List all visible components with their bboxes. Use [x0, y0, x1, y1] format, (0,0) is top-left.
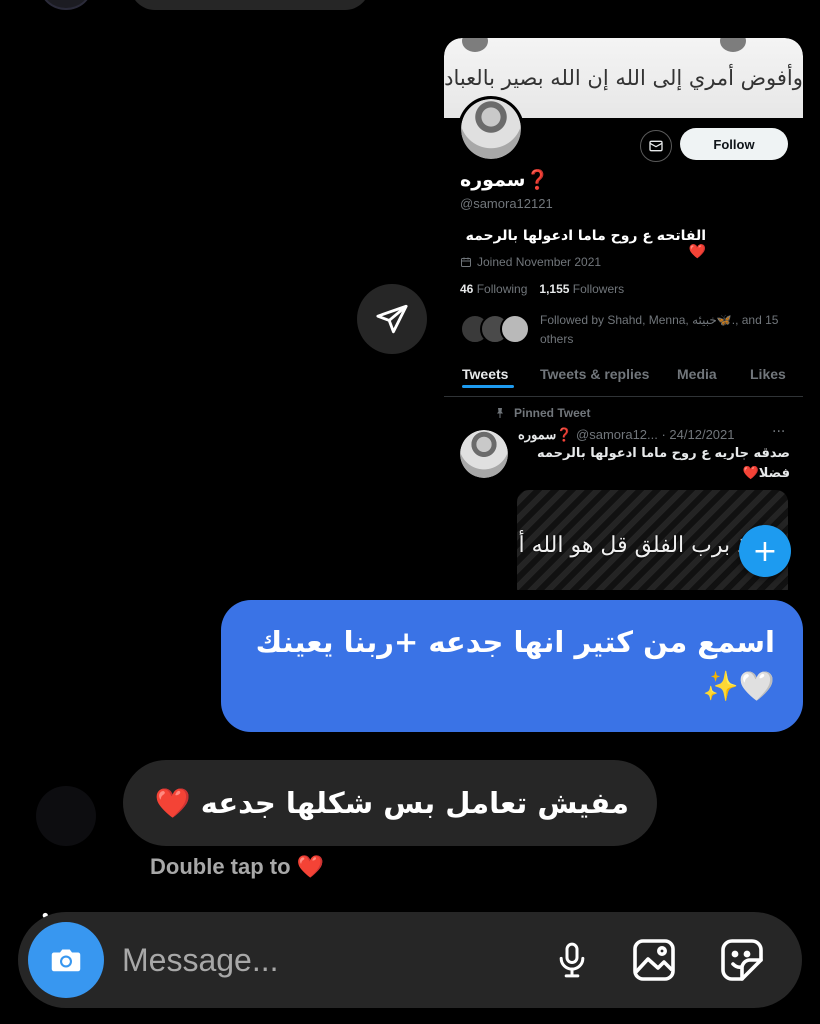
profile-avatar	[458, 96, 524, 162]
banner-back-icon	[462, 38, 488, 52]
followers-count: 1,155	[539, 282, 570, 296]
tweet-more-icon[interactable]: ···	[772, 424, 785, 440]
message-button[interactable]	[640, 130, 672, 162]
profile-joined: Joined November 2021	[460, 255, 601, 269]
followers-stat[interactable]: 1,155 Followers	[539, 282, 624, 296]
camera-icon	[51, 949, 81, 972]
sender-avatar[interactable]	[36, 786, 96, 846]
outgoing-message-bubble[interactable]: اسمع من كتير انها جدعه +ربنا يعينك 🤍✨	[221, 600, 803, 732]
tab-media[interactable]: Media	[677, 366, 717, 382]
profile-handle: @samora12121	[460, 196, 553, 211]
pin-icon	[497, 408, 503, 418]
incoming-message-bubble[interactable]: مفيش تعامل بس شكلها جدعه ❤️	[123, 760, 657, 846]
tab-label: Tweets & replies	[540, 366, 650, 382]
voice-message-button[interactable]	[542, 930, 602, 990]
paper-plane-icon	[376, 304, 408, 334]
tab-label: Media	[677, 366, 717, 382]
image-icon	[633, 939, 675, 981]
followed-by-text: Followed by Shahd, Menna, خبيئه🦋., and 1…	[540, 313, 779, 346]
tabs-divider	[444, 396, 803, 397]
shared-profile-card[interactable]: وأفوض أمري إلى الله إن الله بصير بالعباد…	[444, 38, 803, 590]
tweet-avatar	[460, 430, 508, 478]
tab-label: Tweets	[462, 366, 509, 382]
profile-stats: 46 Following 1,155 Followers	[460, 282, 624, 296]
profile-tabs: Tweets Tweets & replies Media Likes	[444, 366, 803, 396]
active-tab-indicator	[462, 385, 514, 388]
following-label: Following	[476, 282, 528, 296]
joined-text: Joined November 2021	[477, 255, 602, 269]
tab-tweets[interactable]: Tweets	[462, 366, 514, 388]
followed-by-avatars	[460, 314, 532, 348]
profile-name: سموره❓	[460, 169, 550, 191]
compose-tweet-button[interactable]: +	[739, 525, 791, 577]
tab-label: Likes	[750, 366, 786, 382]
pinned-tweet-label: Pinned Tweet	[494, 406, 590, 420]
banner-search-icon	[720, 38, 746, 52]
previous-message-bubble[interactable]	[130, 0, 370, 10]
avatar	[500, 314, 530, 344]
tab-likes[interactable]: Likes	[750, 366, 786, 382]
envelope-icon	[649, 140, 663, 152]
tab-tweets-replies[interactable]: Tweets & replies	[540, 366, 649, 382]
share-button[interactable]	[357, 284, 427, 354]
followers-label: Followers	[572, 282, 625, 296]
calendar-icon	[461, 257, 471, 267]
sticker-icon	[721, 939, 763, 981]
tweet-header: سموره❓ @samora12... · 24/12/2021	[518, 427, 788, 443]
message-input[interactable]	[122, 930, 522, 990]
follow-button[interactable]: Follow	[680, 128, 788, 160]
following-stat[interactable]: 46 Following	[460, 282, 527, 296]
following-count: 46	[460, 282, 474, 296]
sticker-button[interactable]	[712, 930, 772, 990]
gallery-button[interactable]	[624, 930, 684, 990]
tweet-author: سموره❓	[518, 427, 573, 442]
tweet-handle-date: @samora12... · 24/12/2021	[576, 427, 735, 442]
tweet-text: صدقه جاريه ع روح ماما ادعولها بالرحمه فض…	[537, 446, 790, 481]
double-tap-hint: Double tap to ❤️	[150, 854, 325, 879]
banner-text: وأفوض أمري إلى الله إن الله بصير بالعباد	[444, 66, 803, 90]
microphone-icon	[559, 942, 585, 978]
pinned-text: Pinned Tweet	[514, 406, 591, 420]
camera-button[interactable]	[28, 922, 104, 998]
sender-avatar-top[interactable]	[40, 0, 92, 10]
